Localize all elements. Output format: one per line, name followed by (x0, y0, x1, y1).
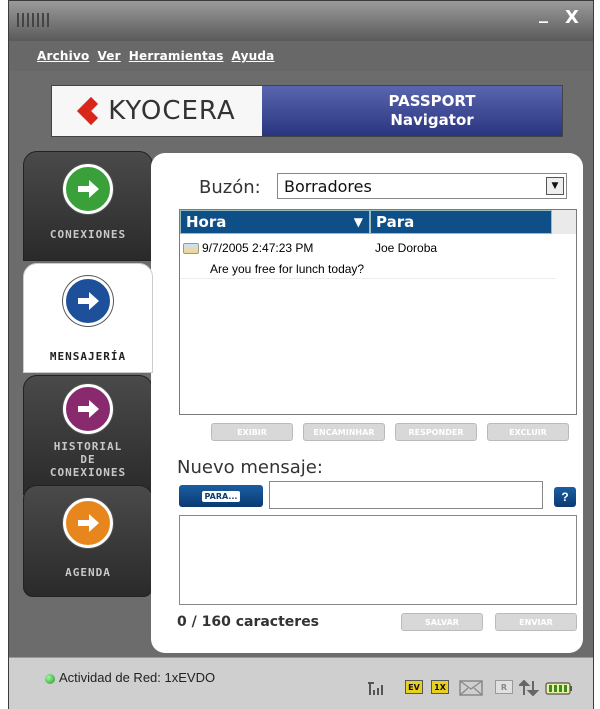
message-time: 9/7/2005 2:47:23 PM (202, 241, 314, 255)
grip-icon[interactable] (17, 13, 51, 27)
nav-label: CONEXIONES (49, 228, 127, 241)
nav-historial[interactable]: HISTORIAL DE CONEXIONES (23, 375, 153, 495)
message-list[interactable]: Hora ▼ Para 9/7/2005 2:47:23 PM Joe Dorob… (179, 209, 577, 415)
kyocera-logo: KYOCERA (52, 86, 262, 136)
product-line-1: PASSPORT (388, 92, 476, 110)
exibir-button[interactable]: EXIBIR (211, 423, 293, 441)
app-window: _ X Archivo Ver Herramientas Ayuda KYOCE… (8, 0, 594, 709)
signal-strength-icon (368, 682, 383, 695)
envelope-icon (183, 242, 199, 254)
network-activity-text: Actividad de Red: 1xEVDO (59, 670, 216, 685)
roaming-icon: R (495, 680, 513, 694)
envelope-status-icon (459, 680, 483, 696)
messaging-panel: Buzón: Borradores ▼ Hora ▼ Para 9/7/2005 … (151, 153, 583, 653)
nav-label: MENSAJERÍA (49, 350, 127, 363)
sort-down-icon: ▼ (353, 215, 363, 229)
recipient-input[interactable] (269, 481, 543, 509)
send-button[interactable]: ENVIAR (495, 613, 577, 631)
message-to: Joe Doroba (375, 241, 438, 255)
data-transfer-icon (519, 680, 539, 696)
chevron-down-icon[interactable]: ▼ (546, 177, 564, 195)
minimize-button[interactable]: _ (539, 3, 548, 24)
brand-banner: KYOCERA PASSPORT Navigator (51, 85, 563, 137)
orange-arrow-icon (63, 498, 113, 548)
message-body-input[interactable] (179, 515, 577, 605)
nav-agenda[interactable]: AGENDA (23, 485, 153, 597)
battery-icon (545, 682, 572, 695)
product-line-2: Navigator (390, 111, 474, 129)
blue-arrow-icon (63, 276, 113, 326)
encaminhar-button[interactable]: ENCAMINHAR (303, 423, 385, 441)
menu-ayuda[interactable]: Ayuda (232, 49, 275, 63)
product-name: PASSPORT Navigator (262, 86, 562, 136)
excluir-button[interactable]: EXCLUIR (487, 423, 569, 441)
brand-name: KYOCERA (108, 96, 236, 126)
sidebar: CONEXIONES MENSAJERÍA HISTORIAL DE CONEX… (23, 151, 153, 601)
1x-indicator-icon: 1X (431, 680, 449, 694)
nav-label: AGENDA (65, 566, 111, 579)
new-message-title: Nuevo mensaje: (177, 457, 323, 478)
status-bar: Actividad de Red: 1xEVDO EV 1X R (9, 657, 593, 709)
green-arrow-icon (63, 164, 113, 214)
menu-herramientas[interactable]: Herramientas (129, 49, 224, 63)
mailbox-selected: Borradores (284, 176, 372, 196)
mailbox-label: Buzón: (199, 177, 261, 198)
column-hora[interactable]: Hora ▼ (180, 210, 370, 234)
nav-label: HISTORIAL DE CONEXIONES (49, 440, 127, 479)
ev-indicator-icon: EV (405, 680, 423, 694)
network-status-icon (45, 674, 55, 684)
close-button[interactable]: X (565, 7, 579, 28)
message-actions: EXIBIR ENCAMINHAR RESPONDER EXCLUIR (211, 423, 581, 441)
help-button[interactable]: ? (554, 487, 576, 507)
list-header: Hora ▼ Para (180, 210, 576, 234)
kyocera-logo-icon (77, 96, 102, 126)
column-para[interactable]: Para (370, 210, 552, 234)
character-counter: 0 / 160 caracteres (177, 614, 320, 630)
list-item[interactable]: 9/7/2005 2:47:23 PM Joe Doroba Are you f… (180, 241, 576, 279)
responder-button[interactable]: RESPONDER (395, 423, 477, 441)
to-button[interactable]: PARA... (179, 485, 263, 507)
title-bar[interactable]: _ X (9, 1, 593, 41)
menu-bar: Archivo Ver Herramientas Ayuda (9, 41, 593, 71)
save-button[interactable]: SALVAR (401, 613, 483, 631)
menu-ver[interactable]: Ver (97, 49, 120, 63)
menu-archivo[interactable]: Archivo (37, 49, 89, 63)
message-preview: Are you free for lunch today? (180, 262, 556, 279)
nav-mensajeria[interactable]: MENSAJERÍA (23, 263, 153, 373)
purple-arrow-icon (63, 384, 113, 434)
mailbox-select[interactable]: Borradores ▼ (277, 173, 567, 199)
nav-conexiones[interactable]: CONEXIONES (23, 151, 153, 261)
